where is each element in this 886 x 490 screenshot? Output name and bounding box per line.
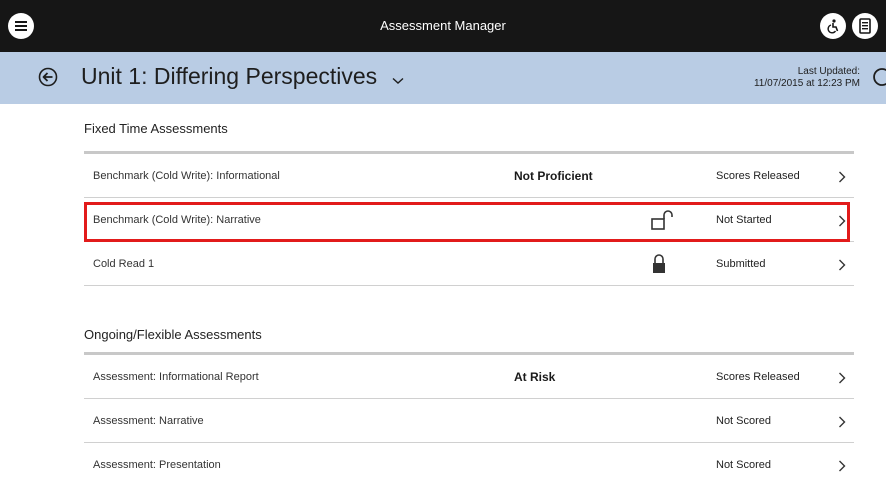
- assessment-name: Cold Read 1: [93, 258, 155, 270]
- section-title-ongoing: Ongoing/Flexible Assessments: [84, 327, 262, 342]
- last-updated-value: 11/07/2015 at 12:23 PM: [753, 78, 860, 89]
- assessment-score: Not Proficient: [514, 169, 593, 183]
- notes-icon[interactable]: [852, 13, 878, 39]
- chevron-right-icon: [838, 258, 846, 271]
- assessment-row[interactable]: Benchmark (Cold Write): Informational No…: [84, 154, 854, 198]
- locked-icon: [650, 254, 676, 274]
- assessment-status: Scores Released: [716, 170, 800, 182]
- chevron-right-icon: [838, 459, 846, 472]
- unit-title-dropdown[interactable]: Unit 1: Differing Perspectives: [81, 63, 404, 91]
- chevron-right-icon: [838, 170, 846, 183]
- accessibility-icon[interactable]: [820, 13, 846, 39]
- top-bar: Assessment Manager: [0, 0, 886, 52]
- assessment-row[interactable]: Cold Read 1 Submitted: [84, 242, 854, 286]
- assessment-row[interactable]: Assessment: Informational Report At Risk…: [84, 355, 854, 399]
- chevron-right-icon: [838, 371, 846, 384]
- highlight-box: [84, 202, 850, 242]
- back-arrow-icon[interactable]: [38, 67, 58, 87]
- assessment-status: Not Scored: [716, 459, 772, 471]
- section-title-fixed: Fixed Time Assessments: [84, 121, 228, 136]
- unit-header: Unit 1: Differing Perspectives Last Upda…: [0, 52, 886, 104]
- assessment-row[interactable]: Assessment: Narrative Not Scored: [84, 399, 854, 443]
- assessment-name: Assessment: Presentation: [93, 459, 221, 471]
- chevron-down-icon: [392, 64, 404, 91]
- unit-title: Unit 1: Differing Perspectives: [81, 63, 378, 89]
- assessment-score: At Risk: [514, 370, 556, 384]
- assessment-status: Not Scored: [716, 415, 772, 427]
- assessment-name: Assessment: Narrative: [93, 415, 204, 427]
- app-title: Assessment Manager: [380, 18, 506, 33]
- chevron-right-icon: [838, 415, 846, 428]
- last-updated: Last Updated: 11/07/2015 at 12:23 PM: [754, 66, 860, 90]
- assessment-row[interactable]: Assessment: Presentation Not Scored: [84, 443, 854, 487]
- last-updated-label: Last Updated:: [797, 66, 860, 77]
- assessment-status: Scores Released: [716, 371, 800, 383]
- assessment-name: Benchmark (Cold Write): Informational: [93, 170, 280, 182]
- assessment-status: Submitted: [716, 258, 766, 270]
- assessment-name: Assessment: Informational Report: [93, 371, 259, 383]
- refresh-icon[interactable]: [870, 66, 886, 88]
